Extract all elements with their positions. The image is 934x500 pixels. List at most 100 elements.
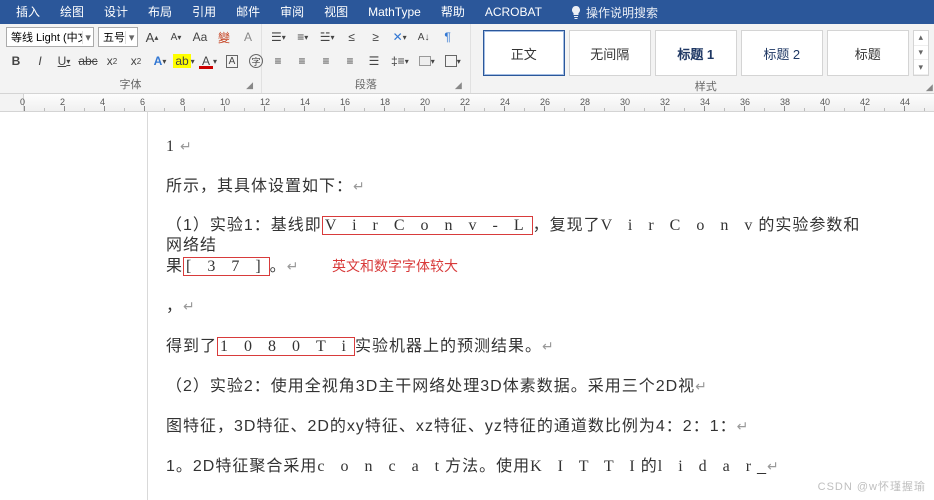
styles-more-button[interactable]: ▴▾▾ — [913, 30, 929, 76]
char-border-button[interactable]: A — [222, 51, 242, 71]
dialog-launcher-icon[interactable]: ◢ — [926, 82, 933, 93]
highlight-button[interactable]: ab▾ — [174, 51, 194, 71]
font-name-combo[interactable]: 等线 Light (中文正▾ — [6, 27, 94, 47]
style-标题 2[interactable]: 标题 2 — [741, 30, 823, 76]
ltr-button[interactable]: ✕▾ — [390, 27, 410, 47]
style-无间隔[interactable]: 无间隔 — [569, 30, 651, 76]
text-run[interactable]: _ — [757, 458, 767, 475]
group-font-label: 字体 — [120, 79, 142, 91]
style-标题[interactable]: 标题 — [827, 30, 909, 76]
text-run[interactable]: 1 — [166, 138, 180, 155]
text-run[interactable]: 实验机器上的预测结果。 — [355, 338, 542, 355]
text-run[interactable]: 果 — [166, 258, 183, 275]
shading-button[interactable]: ▾ — [416, 51, 438, 71]
chevron-down-icon[interactable]: ▾ — [125, 31, 137, 44]
text-run[interactable]: l i d a r — [658, 458, 757, 475]
text-run[interactable]: 图特征，3D特征、2D的xy特征、xz特征、yz特征的通道数比例为4：2：1： — [166, 418, 737, 435]
document-line[interactable]: 所示，其具体设置如下：↵ — [166, 176, 874, 197]
menu-draw[interactable]: 绘图 — [50, 0, 94, 24]
text-run[interactable]: 方法。使用 — [445, 458, 530, 475]
clear-format-button[interactable]: A — [238, 27, 258, 47]
menu-layout[interactable]: 布局 — [138, 0, 182, 24]
text-run[interactable]: K I T T I — [530, 458, 641, 475]
menu-design[interactable]: 设计 — [94, 0, 138, 24]
text-run[interactable]: [ 3 7 ] — [183, 257, 270, 276]
paragraph-mark-icon: ↵ — [695, 378, 708, 394]
document-line[interactable]: 得到了1 0 8 0 T i实验机器上的预测结果。↵ — [166, 336, 874, 357]
paragraph-mark-icon: ↵ — [737, 418, 750, 434]
style-正文[interactable]: 正文 — [483, 30, 565, 76]
bullets-button[interactable]: ☰▾ — [268, 27, 289, 47]
text-run[interactable]: 。 — [270, 258, 287, 275]
bold-button[interactable]: B — [6, 51, 26, 71]
shrink-font-button[interactable]: A▾ — [166, 27, 186, 47]
numbering-button[interactable]: ≡▾ — [293, 27, 313, 47]
decrease-indent-button[interactable]: ≤ — [342, 27, 362, 47]
grow-font-button[interactable]: A▴ — [142, 27, 162, 47]
menu-references[interactable]: 引用 — [182, 0, 226, 24]
phonetic-guide-button[interactable]: 變 — [214, 27, 234, 47]
horizontal-ruler[interactable]: 0246810121416182022242628303234363840424… — [0, 94, 934, 112]
dialog-launcher-icon[interactable]: ◢ — [246, 80, 253, 91]
multilevel-button[interactable]: ☱▾ — [317, 27, 338, 47]
document-page[interactable]: 1↵所示，其具体设置如下：↵（1）实验1：基线即V i r C o n v - … — [148, 112, 914, 500]
text-run[interactable]: ， — [166, 298, 183, 315]
text-run[interactable]: （1）实验1：基线即 — [166, 217, 322, 234]
text-run[interactable]: V i r C o n v — [601, 217, 759, 234]
group-font: 等线 Light (中文正▾ 五号▾ A▴ A▾ Aa 變 A B I U▾ a… — [0, 24, 262, 93]
superscript-button[interactable]: x2 — [126, 51, 146, 71]
ribbon: 等线 Light (中文正▾ 五号▾ A▴ A▾ Aa 變 A B I U▾ a… — [0, 24, 934, 94]
document-line[interactable]: （1）实验1：基线即V i r C o n v - L，复现了V i r C o… — [166, 216, 874, 256]
align-left-button[interactable]: ≡ — [268, 51, 288, 71]
menu-insert[interactable]: 插入 — [6, 0, 50, 24]
menu-review[interactable]: 审阅 — [270, 0, 314, 24]
align-center-button[interactable]: ≡ — [292, 51, 312, 71]
group-styles-label: 样式 — [695, 81, 717, 93]
subscript-button[interactable]: x2 — [102, 51, 122, 71]
change-case-button[interactable]: Aa — [190, 27, 210, 47]
show-marks-button[interactable]: ¶ — [438, 27, 458, 47]
tell-me-search[interactable]: 操作说明搜索 — [586, 4, 658, 21]
text-run[interactable]: c o n c a t — [317, 458, 445, 475]
distribute-button[interactable]: ☰ — [364, 51, 384, 71]
italic-button[interactable]: I — [30, 51, 50, 71]
paragraph-mark-icon: ↵ — [353, 178, 366, 194]
text-run[interactable]: 的 — [641, 458, 658, 475]
document-line[interactable]: 1↵ — [166, 136, 874, 157]
align-right-button[interactable]: ≡ — [316, 51, 336, 71]
menu-mailings[interactable]: 邮件 — [226, 0, 270, 24]
underline-button[interactable]: U▾ — [54, 51, 74, 71]
menu-help[interactable]: 帮助 — [431, 0, 475, 24]
menu-mathtype[interactable]: MathType — [358, 0, 431, 24]
font-color-button[interactable]: A▾ — [198, 51, 218, 71]
text-run[interactable]: 所示，其具体设置如下： — [166, 178, 353, 195]
text-run[interactable]: V i r C o n v - L — [322, 216, 533, 235]
document-line[interactable]: （2）实验2：使用全视角3D主干网络处理3D体素数据。采用三个2D视↵ — [166, 376, 874, 397]
dialog-launcher-icon[interactable]: ◢ — [455, 80, 462, 91]
strike-button[interactable]: abc — [78, 51, 98, 71]
paragraph-mark-icon: ↵ — [287, 258, 300, 274]
font-size-combo[interactable]: 五号▾ — [98, 27, 138, 47]
text-run[interactable]: 1 0 8 0 T i — [217, 337, 355, 356]
style-标题 1[interactable]: 标题 1 — [655, 30, 737, 76]
group-paragraph: ☰▾ ≡▾ ☱▾ ≤ ≥ ✕▾ A↓ ¶ ≡ ≡ ≡ ≡ ☰ ‡≡▾ ▾ ▾ 段… — [262, 24, 471, 93]
justify-button[interactable]: ≡ — [340, 51, 360, 71]
text-run[interactable]: 得到了 — [166, 338, 217, 355]
menu-acrobat[interactable]: ACROBAT — [475, 0, 552, 24]
line-spacing-button[interactable]: ‡≡▾ — [388, 51, 412, 71]
paragraph-mark-icon: ↵ — [180, 138, 193, 154]
group-styles: 正文无间隔标题 1标题 2标题▴▾▾ 样式 ◢ — [471, 24, 934, 93]
text-run[interactable]: （2）实验2：使用全视角3D主干网络处理3D体素数据。采用三个2D视 — [166, 378, 695, 395]
sort-button[interactable]: A↓ — [414, 27, 434, 47]
document-line[interactable]: 1。2D特征聚合采用c o n c a t方法。使用K I T T I的l i … — [166, 456, 874, 477]
document-line[interactable]: ，↵ — [166, 296, 874, 317]
menu-view[interactable]: 视图 — [314, 0, 358, 24]
chevron-down-icon[interactable]: ▾ — [82, 31, 93, 44]
borders-button[interactable]: ▾ — [442, 51, 464, 71]
text-run[interactable]: 1。2D特征聚合采用 — [166, 458, 317, 475]
document-line[interactable]: 图特征，3D特征、2D的xy特征、xz特征、yz特征的通道数比例为4：2：1：↵ — [166, 416, 874, 437]
document-line[interactable]: 果[ 3 7 ]。↵ — [166, 256, 874, 277]
text-run[interactable]: ，复现了 — [533, 217, 601, 234]
text-effects-button[interactable]: A▾ — [150, 51, 170, 71]
increase-indent-button[interactable]: ≥ — [366, 27, 386, 47]
